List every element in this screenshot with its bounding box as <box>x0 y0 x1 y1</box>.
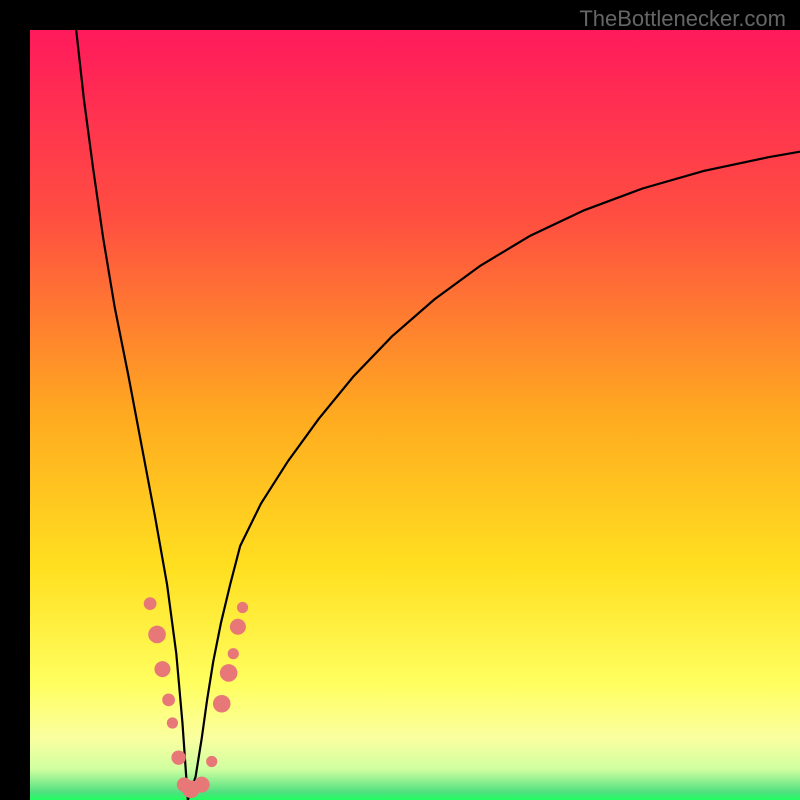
data-dot <box>194 777 210 793</box>
data-dot <box>167 717 178 728</box>
plot-area <box>30 30 800 800</box>
data-dot <box>213 695 231 713</box>
data-dot <box>220 664 238 682</box>
watermark-text: TheBottlenecker.com <box>579 6 786 32</box>
data-dot <box>171 750 185 764</box>
data-dot <box>228 648 239 659</box>
data-dot <box>162 694 175 707</box>
curve-overlay <box>30 30 800 800</box>
data-dot <box>154 661 170 677</box>
data-dot <box>144 597 157 610</box>
data-dot <box>148 626 166 644</box>
data-dot <box>230 619 246 635</box>
data-dot <box>206 756 217 767</box>
bottleneck-curve <box>76 30 800 800</box>
data-dot <box>237 602 248 613</box>
